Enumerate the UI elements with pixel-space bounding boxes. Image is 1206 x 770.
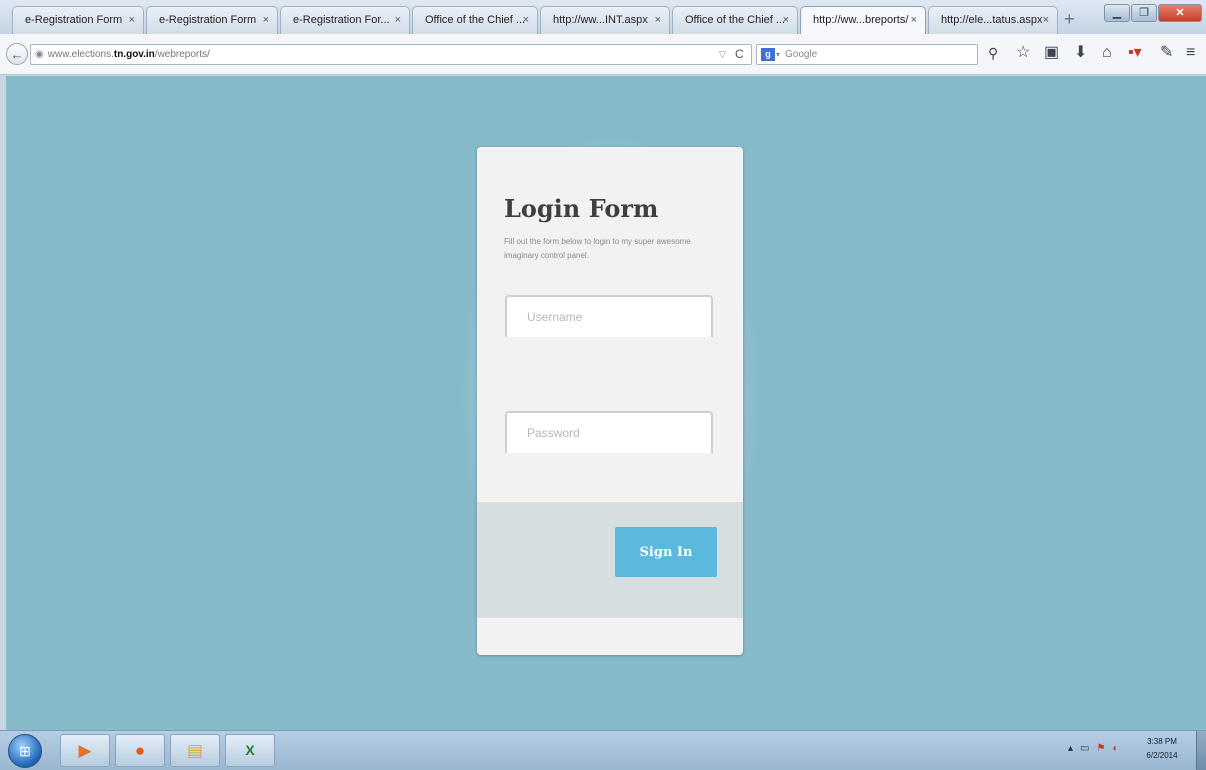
bookmark-star-icon[interactable]: ☆ [1016,43,1030,63]
show-desktop-button[interactable] [1196,731,1206,770]
browser-tab[interactable]: http://ww...INT.aspx × [540,6,670,34]
tab-title: Office of the Chief ... [425,14,526,26]
taskbar: ⊞ ▶ ● ▤ X ▴▭⚑◐ 3:38 PM 6/2/2014 [0,730,1206,770]
addon-icon[interactable]: ▪▾ [1128,43,1142,63]
search-placeholder: Google [785,49,818,60]
back-arrow-icon[interactable]: ← [6,43,28,65]
globe-icon: ◉ [35,49,44,60]
power-icon[interactable]: ◐ [1112,743,1125,754]
tab-close-icon[interactable]: × [129,7,135,33]
chevron-down-icon[interactable]: ▽ [719,45,726,64]
tab-close-icon[interactable]: × [783,7,789,33]
media-player-icon[interactable]: ▶ [60,734,110,767]
tab-title: http://ww...breports/ [813,14,909,26]
browser-tab[interactable]: http://ele...tatus.aspx × [928,6,1058,34]
browser-tab[interactable]: e-Registration For... × [280,6,410,34]
login-title: Login Form [504,194,659,223]
excel-icon[interactable]: X [225,734,275,767]
tab-title: e-Registration Form [25,14,123,26]
tab-title: Office of the Chief ... [685,14,786,26]
url-bar[interactable]: ◉ www.elections.tn.gov.in/webreports/ ▽ C [30,44,752,65]
system-tray: ▴▭⚑◐ [1068,743,1126,754]
browser-tab[interactable]: Office of the Chief ... × [412,6,538,34]
firefox-icon[interactable]: ● [115,734,165,767]
new-tab-button[interactable]: + [1064,7,1075,31]
clipboard-icon[interactable]: ▣ [1044,43,1059,63]
clock-date: 6/2/2014 [1146,751,1178,760]
download-icon[interactable]: ⬇ [1074,43,1087,63]
login-card-footer: Sign In [477,502,743,618]
tab-close-icon[interactable]: × [523,7,529,33]
url-prefix: www.elections. [47,49,114,60]
navigation-bar: ← ◉ www.elections.tn.gov.in/webreports/ ▽… [0,34,1206,75]
search-bar[interactable]: g ▾ Google [756,44,978,65]
reload-icon[interactable]: C [735,45,744,64]
tab-strip: e-Registration Form × e-Registration For… [0,0,1206,35]
browser-tab[interactable]: e-Registration Form × [12,6,144,34]
clock-time: 3:38 PM [1147,737,1177,746]
tab-title: e-Registration For... [293,14,390,26]
extension-icon[interactable]: ✎ [1160,43,1173,63]
url-path: /webreports/ [154,49,210,60]
username-field[interactable] [505,295,713,337]
network-icon[interactable]: ▭ [1080,743,1096,754]
taskbar-clock[interactable]: 3:38 PM 6/2/2014 [1142,735,1182,763]
page-background: Login Form Fill out the form below to lo… [6,76,1206,730]
tray-expand-icon[interactable]: ▴ [1068,743,1080,754]
login-subtitle: Fill out the form below to login to my s… [504,237,691,260]
action-center-flag-icon[interactable]: ⚑ [1096,743,1112,754]
chevron-down-icon[interactable]: ▾ [776,45,780,64]
tab-title: e-Registration Form [159,14,257,26]
maximize-button[interactable]: ❐ [1131,4,1157,22]
url-domain: tn.gov.in [113,49,155,60]
browser-tab[interactable]: Office of the Chief ... × [672,6,798,34]
tab-title: http://ww...INT.aspx [553,14,648,26]
home-icon[interactable]: ⌂ [1102,43,1112,63]
search-icon[interactable]: ⚲ [988,45,998,62]
tab-close-icon[interactable]: × [1043,7,1049,33]
tab-close-icon[interactable]: × [911,7,917,33]
menu-icon[interactable]: ≡ [1186,43,1195,63]
password-field[interactable] [505,411,713,453]
tab-title: http://ele...tatus.aspx [941,14,1043,26]
sign-in-button[interactable]: Sign In [615,527,717,577]
file-explorer-icon[interactable]: ▤ [170,734,220,767]
browser-tab[interactable]: e-Registration Form × [146,6,278,34]
login-card: Login Form Fill out the form below to lo… [477,147,743,655]
minimize-button[interactable]: ▁ [1104,4,1130,22]
tab-close-icon[interactable]: × [263,7,269,33]
browser-tab-active[interactable]: http://ww...breports/ × [800,6,926,35]
close-window-button[interactable]: ✕ [1158,4,1202,22]
tab-close-icon[interactable]: × [655,7,661,33]
google-icon[interactable]: g [761,48,775,61]
tab-close-icon[interactable]: × [395,7,401,33]
windows-start-icon[interactable]: ⊞ [8,734,42,768]
